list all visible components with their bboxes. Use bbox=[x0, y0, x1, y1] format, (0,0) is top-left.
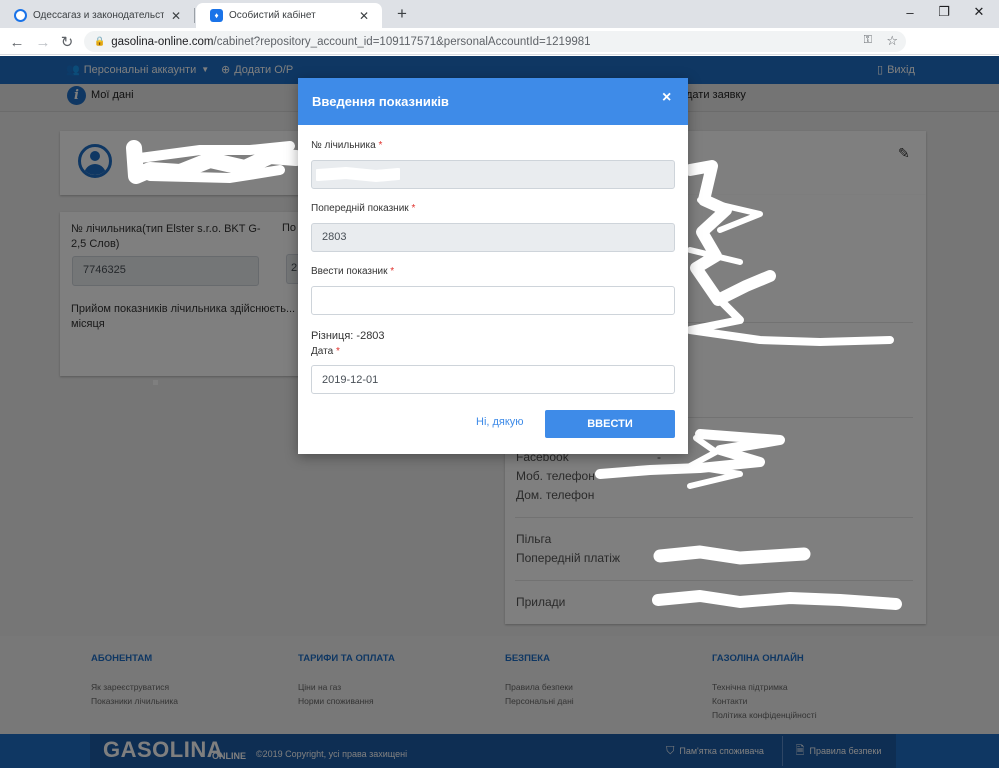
enter-reading-input[interactable] bbox=[311, 286, 675, 315]
redaction-right-scribble bbox=[686, 286, 894, 346]
required-mark: * bbox=[378, 140, 383, 151]
difference-text: Різниця: -2803 bbox=[311, 330, 385, 342]
required-mark: * bbox=[411, 203, 416, 214]
redaction-payment-scribble bbox=[653, 545, 811, 565]
submit-reading-button[interactable]: ВВЕСТИ bbox=[545, 410, 675, 438]
previous-reading-label: Попередній показник * bbox=[311, 203, 415, 214]
previous-reading-field: 2803 bbox=[311, 223, 675, 252]
modal-title: Введення показників bbox=[312, 94, 449, 109]
date-label: Дата * bbox=[311, 346, 340, 357]
meter-number-label-text: № лічильника bbox=[311, 140, 376, 151]
previous-reading-label-text: Попередній показник bbox=[311, 203, 409, 214]
meter-number-label: № лічильника * bbox=[311, 140, 382, 151]
meter-number-field bbox=[311, 160, 675, 189]
cancel-button[interactable]: Ні, дякую bbox=[476, 416, 524, 428]
modal-header: Введення показників × bbox=[298, 78, 688, 125]
date-input[interactable] bbox=[311, 365, 675, 394]
required-mark: * bbox=[335, 346, 340, 357]
redaction-meter-scribble bbox=[316, 167, 400, 183]
required-mark: * bbox=[390, 266, 395, 277]
modal-close-icon[interactable]: × bbox=[662, 89, 671, 107]
date-label-text: Дата bbox=[311, 346, 334, 357]
enter-reading-label-text: Ввести показник bbox=[311, 266, 388, 277]
redaction-right-scribble bbox=[684, 160, 776, 306]
enter-readings-modal: Введення показників × № лічильника * Поп… bbox=[298, 78, 688, 454]
enter-reading-label: Ввести показник * bbox=[311, 266, 394, 277]
redaction-devices-scribble bbox=[652, 590, 902, 610]
